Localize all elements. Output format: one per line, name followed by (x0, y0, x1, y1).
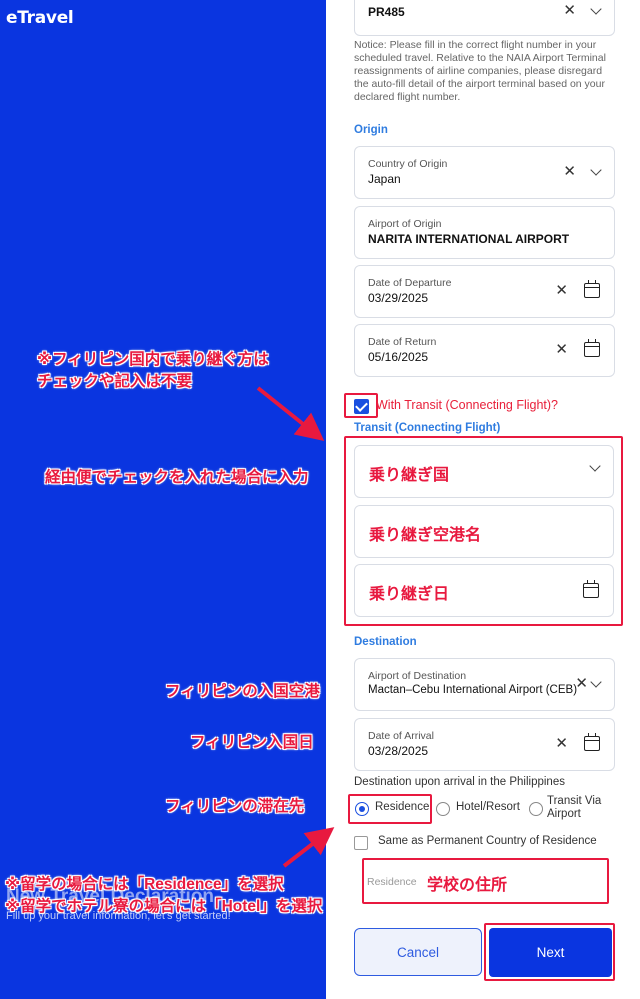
clear-icon[interactable]: ✕ (555, 736, 568, 751)
date-of-return-field[interactable]: Date of Return 05/16/2025 ✕ (354, 324, 615, 377)
flight-number-value: PR485 (368, 5, 405, 19)
transit-date-annotation: 乗り継ぎ日 (369, 586, 450, 603)
field-value: 05/16/2025 (368, 350, 429, 364)
transit-via-airport-radio[interactable] (529, 802, 543, 816)
field-value: NARITA INTERNATIONAL AIRPORT (368, 232, 570, 246)
date-of-arrival-field[interactable]: Date of Arrival 03/28/2025 ✕ (354, 718, 615, 771)
clear-icon[interactable]: ✕ (563, 3, 576, 18)
with-transit-checkbox[interactable] (354, 399, 369, 414)
date-of-departure-field[interactable]: Date of Departure 03/29/2025 ✕ (354, 265, 615, 318)
transit-airport-annotation: 乗り継ぎ空港名 (369, 527, 482, 544)
field-label: Date of Departure (368, 277, 452, 289)
annotation-study-line2: ※留学でホテル寮の場合には「Hotel」を選択 (5, 898, 323, 915)
field-value: 03/29/2025 (368, 291, 429, 305)
residence-radio[interactable] (355, 802, 369, 816)
chevron-down-icon[interactable] (590, 675, 602, 688)
annotation-no-transit-line1: ※フィリピン国内で乗り継ぐ方は (37, 351, 269, 368)
etravel-logo: eTravel (6, 8, 74, 28)
transit-country-select[interactable]: 乗り継ぎ国 (354, 445, 614, 498)
residence-address-annotation: 学校の住所 (427, 877, 508, 894)
with-transit-label: With Transit (Connecting Flight)? (376, 398, 559, 412)
destination-section-title: Destination (354, 636, 417, 648)
annotation-transit-note: 経由便でチェックを入れた場合に入力 (45, 469, 309, 486)
same-as-permanent-checkbox[interactable] (354, 836, 368, 850)
annotation-study-line1: ※留学の場合には「Residence」を選択 (5, 876, 284, 893)
transit-date-field[interactable]: 乗り継ぎ日 (354, 564, 614, 617)
annotation-entry-date: フィリピン入国日 (190, 734, 314, 751)
residence-radio-label: Residence (375, 801, 430, 813)
country-of-origin-select[interactable]: Country of Origin Japan ✕ (354, 146, 615, 199)
transit-country-annotation: 乗り継ぎ国 (369, 467, 450, 484)
field-value: Mactan–Cebu International Airport (CEB) (368, 684, 578, 696)
transit-via-airport-radio-label: Transit Via Airport (547, 795, 602, 820)
transit-airport-field[interactable]: 乗り継ぎ空港名 (354, 505, 614, 558)
calendar-icon[interactable] (584, 280, 600, 298)
hotel-resort-radio[interactable] (436, 802, 450, 816)
residence-placeholder: Residence (367, 876, 417, 888)
next-button[interactable]: Next (489, 928, 612, 977)
airport-of-origin-field[interactable]: Airport of Origin NARITA INTERNATIONAL A… (354, 206, 615, 259)
calendar-icon[interactable] (584, 733, 600, 751)
brand-panel: eTravel New Travel Declaration Fill up y… (0, 0, 326, 999)
flight-number-field[interactable]: PR485 ✕ (354, 0, 615, 36)
airport-of-destination-select[interactable]: Airport of Destination Mactan–Cebu Inter… (354, 658, 615, 711)
clear-icon[interactable]: ✕ (555, 283, 568, 298)
chevron-down-icon[interactable] (590, 2, 602, 15)
chevron-down-icon[interactable] (589, 460, 601, 472)
field-label: Date of Return (368, 336, 437, 348)
field-label: Airport of Origin (368, 218, 442, 230)
chevron-down-icon[interactable] (590, 163, 602, 176)
destination-upon-arrival-label: Destination upon arrival in the Philippi… (354, 776, 565, 788)
clear-icon[interactable]: ✕ (563, 164, 576, 179)
same-as-permanent-label: Same as Permanent Country of Residence (378, 835, 597, 847)
transit-section-title: Transit (Connecting Flight) (354, 422, 501, 434)
field-value: Japan (368, 172, 401, 186)
calendar-icon[interactable] (583, 580, 599, 598)
clear-icon[interactable]: ✕ (575, 676, 588, 691)
field-label: Date of Arrival (368, 730, 434, 742)
annotation-no-transit-line2: チェックや記入は不要 (37, 373, 193, 390)
field-value: 03/28/2025 (368, 744, 429, 758)
flight-notice: Notice: Please fill in the correct fligh… (354, 39, 606, 103)
annotation-entry-airport: フィリピンの入国空港 (165, 683, 320, 700)
hotel-resort-radio-label: Hotel/Resort (456, 801, 520, 813)
calendar-icon[interactable] (584, 339, 600, 357)
annotation-stay: フィリピンの滞在先 (165, 798, 305, 815)
origin-section-title: Origin (354, 124, 388, 136)
field-label: Country of Origin (368, 158, 448, 170)
clear-icon[interactable]: ✕ (555, 342, 568, 357)
cancel-button[interactable]: Cancel (354, 928, 482, 976)
field-label: Airport of Destination (368, 670, 467, 682)
